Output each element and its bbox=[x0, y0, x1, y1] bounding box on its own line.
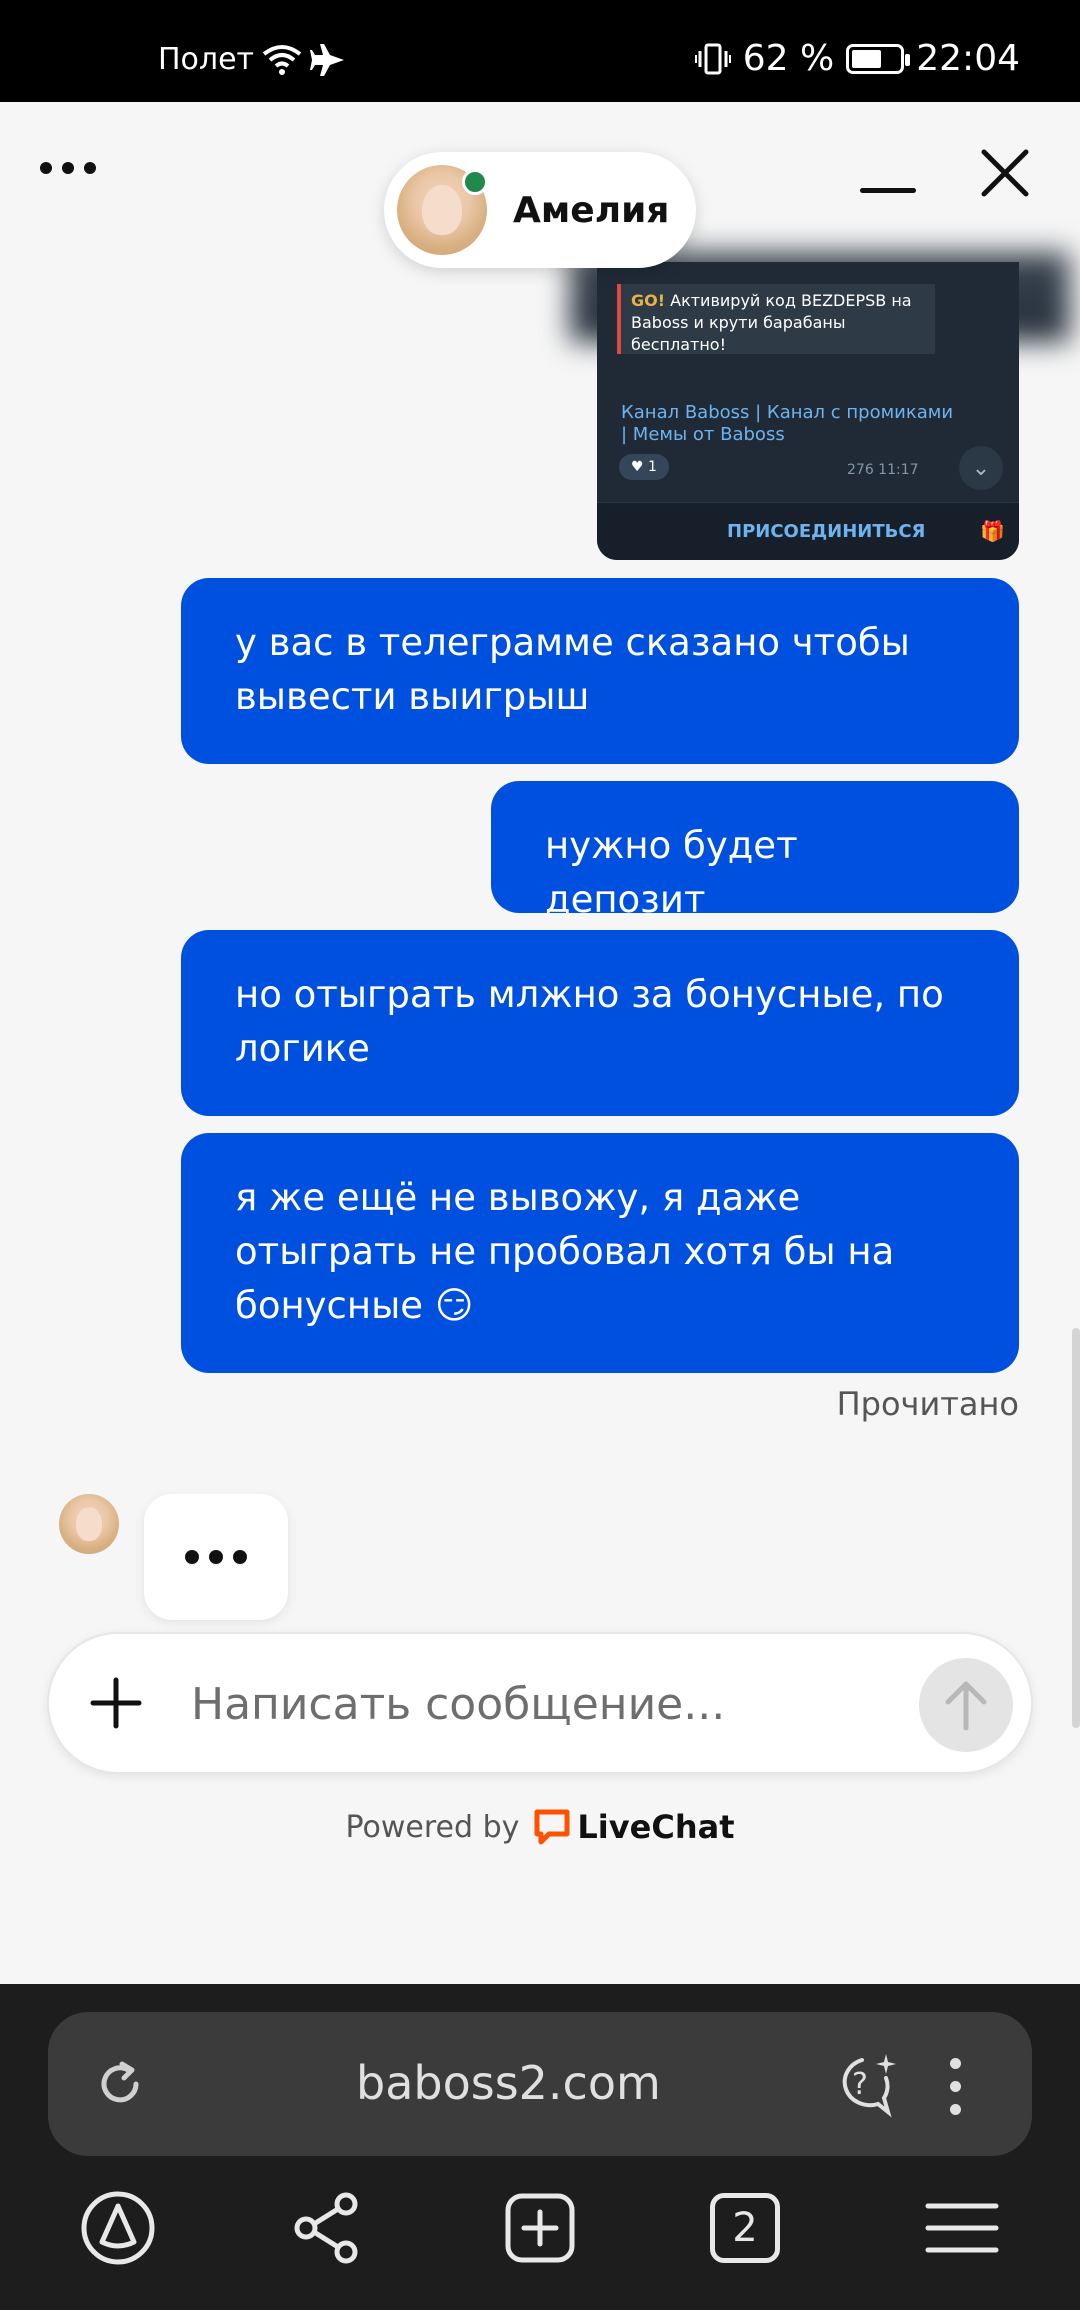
browser-toolbar: baboss2.com ? 2 bbox=[0, 1984, 1080, 2310]
message-bubble: я же ещё не вывожу, я даже отыграть не п… bbox=[181, 1133, 1019, 1373]
tg-quote: GO! Активируй код BEZDEPSB на Baboss и к… bbox=[617, 284, 935, 354]
status-left: Полет bbox=[158, 42, 346, 77]
typing-indicator bbox=[144, 1494, 288, 1620]
share-icon[interactable] bbox=[288, 2188, 368, 2268]
livechat-icon bbox=[534, 1809, 570, 1845]
bottom-nav: 2 bbox=[0, 2184, 1080, 2310]
minimize-button[interactable] bbox=[860, 188, 916, 193]
powered-by-label: Powered by bbox=[345, 1809, 520, 1845]
agent-header[interactable]: Амелия bbox=[384, 152, 696, 268]
tabs-count-button[interactable]: 2 bbox=[710, 2193, 780, 2263]
arrow-up-icon bbox=[945, 1681, 987, 1731]
reload-icon[interactable] bbox=[92, 2056, 148, 2112]
scrollbar[interactable] bbox=[1072, 1328, 1080, 1728]
online-status-icon bbox=[462, 169, 488, 195]
tg-join-label: ПРИСОЕДИНИТЬСЯ bbox=[727, 521, 926, 542]
message-text: но отыграть млжно за бонусные, по логике bbox=[235, 973, 944, 1070]
alice-assistant-icon[interactable] bbox=[78, 2188, 158, 2268]
message-input[interactable] bbox=[191, 1668, 871, 1740]
new-tab-icon[interactable] bbox=[500, 2188, 580, 2268]
address-bar[interactable]: baboss2.com ? bbox=[48, 2012, 1032, 2156]
wifi-icon bbox=[262, 44, 302, 75]
battery-percent: 62 % bbox=[742, 38, 835, 79]
airplane-icon bbox=[310, 43, 345, 76]
clock: 22:04 bbox=[916, 38, 1020, 79]
tg-views-time: 276 11:17 bbox=[847, 462, 919, 478]
message-bubble: но отыграть млжно за бонусные, по логике bbox=[181, 930, 1019, 1116]
message-composer bbox=[47, 1632, 1033, 1774]
chat-menu-button[interactable] bbox=[40, 162, 96, 174]
battery-icon bbox=[846, 43, 911, 74]
status-bar: Полет 62 % 22:04 bbox=[0, 0, 1080, 102]
url-text[interactable]: baboss2.com bbox=[356, 2056, 661, 2110]
livechat-logo: LiveChat bbox=[533, 1808, 734, 1846]
plus-icon[interactable] bbox=[89, 1676, 143, 1730]
svg-text:?: ? bbox=[852, 2067, 868, 2102]
telegram-screenshot-attachment[interactable]: GO! Активируй код BEZDEPSB на Baboss и к… bbox=[597, 262, 1019, 560]
status-right: 62 % 22:04 bbox=[694, 38, 1020, 79]
powered-by[interactable]: Powered by LiveChat bbox=[0, 1808, 1080, 1846]
avatar bbox=[59, 1494, 119, 1554]
close-icon[interactable] bbox=[978, 146, 1032, 200]
tg-links: Канал Baboss | Канал с промиками | Мемы … bbox=[621, 402, 954, 445]
read-receipt: Прочитано bbox=[836, 1385, 1019, 1423]
message-text: у вас в телеграмме сказано чтобы вывести… bbox=[235, 621, 910, 718]
chevron-down-icon: ⌄ bbox=[959, 446, 1003, 490]
ai-assistant-icon[interactable]: ? bbox=[830, 2050, 900, 2120]
message-bubble: нужно будет депозит bbox=[491, 781, 1019, 921]
agent-name: Амелия bbox=[513, 189, 670, 231]
menu-icon[interactable] bbox=[922, 2188, 1002, 2268]
more-options-icon[interactable] bbox=[950, 2058, 962, 2115]
vibrate-icon bbox=[694, 43, 731, 74]
livechat-brand: LiveChat bbox=[577, 1808, 735, 1846]
message-text: я же ещё не вывожу, я даже отыграть не п… bbox=[235, 1176, 895, 1327]
message-bubble: у вас в телеграмме сказано чтобы вывести… bbox=[181, 578, 1019, 764]
gift-icon: 🎁 bbox=[980, 519, 1005, 543]
tg-join-bar: ПРИСОЕДИНИТЬСЯ 🎁 bbox=[597, 502, 1019, 560]
carrier-label: Полет bbox=[158, 42, 255, 77]
send-button[interactable] bbox=[919, 1658, 1013, 1752]
tg-reaction: ♥ 1 bbox=[619, 454, 669, 480]
tab-count: 2 bbox=[732, 2205, 758, 2251]
message-text: нужно будет депозит bbox=[545, 824, 798, 921]
